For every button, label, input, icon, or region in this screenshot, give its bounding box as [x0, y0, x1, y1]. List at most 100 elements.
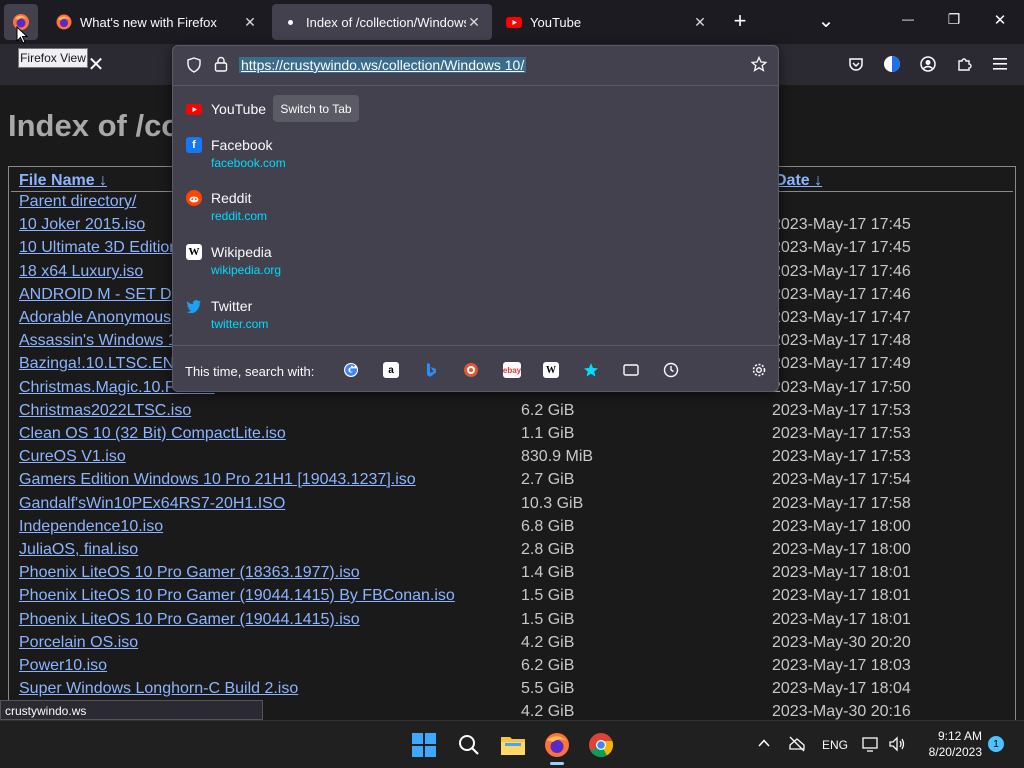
file-link[interactable]: Gamers Edition Windows 10 Pro 21H1 [1904… [19, 471, 416, 489]
file-explorer-icon [501, 737, 525, 755]
tab-index-of-collection[interactable]: Index of /collection/Windows 1 ✕ [272, 4, 492, 40]
table-row: Christmas2022LTSC.iso 6.2 GiB 2023-May-17 … [9, 402, 1015, 425]
bookmarks-icon[interactable] [583, 362, 599, 378]
file-date: 2023-May-17 17:53 [772, 448, 911, 465]
table-row: Phoenix LiteOS 10 Pro Gamer (18363.1977)… [9, 564, 1015, 587]
file-size: 4.2 GiB [521, 634, 575, 651]
table-row: Gamers Edition Windows 10 Pro 21H1 [1904… [9, 471, 1015, 494]
gear-icon[interactable] [751, 362, 767, 378]
suggestion-reddit[interactable]: Reddit reddit.com [173, 190, 778, 240]
file-link[interactable]: Adorable Anonymous [19, 309, 171, 327]
puzzle-icon [958, 58, 972, 71]
notification-badge[interactable]: 1 [988, 736, 1004, 752]
ebay-icon[interactable]: ebay [503, 362, 521, 378]
duckduckgo-icon[interactable] [463, 362, 479, 378]
file-date: 2023-May-17 17:46 [772, 263, 911, 280]
file-size: 2.8 GiB [521, 541, 575, 558]
file-link[interactable]: Gandalf'sWin10PEx64RS7-20H1.ISO [19, 495, 285, 513]
pocket-icon [849, 58, 863, 71]
file-link[interactable]: Phoenix LiteOS 10 Pro Gamer (19044.1415)… [19, 611, 360, 629]
file-link[interactable]: Phoenix LiteOS 10 Pro Gamer (19044.1415)… [19, 587, 455, 605]
column-header-date[interactable]: Date ↓ [775, 172, 822, 190]
account-icon [920, 56, 936, 72]
clock[interactable]: 9:12 AM 8/20/2023 [916, 729, 982, 759]
file-link[interactable]: Power10.iso [19, 657, 107, 675]
maximize-button[interactable]: ❐ [942, 11, 966, 31]
speaker-icon [889, 736, 905, 752]
windows-taskbar: ENG 9:12 AM 8/20/2023 1 [0, 720, 1024, 768]
lock-icon[interactable] [214, 56, 228, 72]
taskbar-firefox[interactable] [543, 731, 571, 759]
facebook-icon: f [186, 137, 202, 153]
file-link[interactable]: Clean OS 10 (32 Bit) CompactLite.iso [19, 425, 286, 443]
search-icon [459, 735, 479, 755]
file-date: 2023-May-17 17:45 [772, 216, 911, 233]
tab-strip: What's new with Firefox ✕ Index of /coll… [0, 0, 1024, 44]
table-row: Independence10.iso 6.8 GiB 2023-May-17 18:… [9, 518, 1015, 541]
stop-button[interactable]: ✕ [85, 53, 107, 76]
clock-time: 9:12 AM [937, 729, 982, 743]
file-link[interactable]: Independence10.iso [19, 518, 163, 536]
amazon-icon[interactable]: a [383, 362, 399, 378]
file-link[interactable]: ANDROID M - SET D [19, 286, 172, 304]
network-button[interactable] [788, 735, 806, 753]
tabs-icon[interactable] [623, 362, 639, 378]
file-link[interactable]: Super Windows Longhorn-C Build 2.iso [19, 680, 298, 698]
tab-close-button[interactable]: ✕ [466, 14, 482, 31]
file-link[interactable]: 10 Ultimate 3D Edition [19, 239, 178, 257]
tab-youtube[interactable]: YouTube ✕ [496, 4, 718, 40]
dark-reader-button[interactable] [881, 53, 903, 75]
column-header-file-name[interactable]: File Name ↓ [19, 172, 107, 190]
pocket-button[interactable] [845, 53, 867, 75]
minimize-button[interactable]: — [896, 12, 920, 32]
quick-settings-button[interactable] [862, 735, 908, 753]
account-button[interactable] [917, 53, 939, 75]
extensions-button[interactable] [953, 53, 975, 75]
taskbar-chrome[interactable] [587, 731, 615, 759]
file-size: 6.2 GiB [521, 402, 575, 419]
file-link[interactable]: Porcelain OS.iso [19, 634, 138, 652]
show-hidden-icons-button[interactable] [756, 735, 772, 751]
file-size: 1.5 GiB [521, 587, 575, 604]
tab-title: Index of /collection/Windows 1 [306, 14, 466, 30]
table-row: JuliaOS, final.iso 2.8 GiB 2023-May-17 18:… [9, 541, 1015, 564]
url-input[interactable]: https://crustywindo.ws/collection/Window… [239, 57, 527, 73]
app-menu-button[interactable] [989, 53, 1011, 75]
clock-date: 8/20/2023 [928, 745, 982, 759]
file-link[interactable]: Bazinga!.10.LTSC.EN [19, 355, 174, 373]
new-tab-button[interactable]: + [728, 10, 752, 34]
parent-directory-link[interactable]: Parent directory/ [19, 193, 136, 211]
window-close-button[interactable]: ✕ [988, 11, 1012, 31]
file-size: 6.2 GiB [521, 657, 575, 674]
file-date: 2023-May-17 17:53 [772, 425, 911, 442]
file-link[interactable]: 10 Joker 2015.iso [19, 216, 145, 234]
file-size: 10.3 GiB [521, 495, 584, 512]
suggestion-facebook[interactable]: f Facebook facebook.com [173, 137, 778, 187]
language-indicator[interactable]: ENG [822, 738, 848, 752]
file-date: 2023-May-17 17:50 [772, 379, 911, 396]
file-date: 2023-May-17 18:01 [772, 611, 911, 628]
history-icon[interactable] [663, 362, 679, 378]
file-link[interactable]: JuliaOS, final.iso [19, 541, 138, 559]
wikipedia-icon[interactable]: W [543, 362, 559, 378]
file-link[interactable]: Christmas2022LTSC.iso [19, 402, 191, 420]
taskbar-file-explorer[interactable] [499, 731, 527, 759]
bing-icon[interactable] [423, 362, 439, 378]
google-icon[interactable] [343, 362, 359, 378]
switch-to-tab-button[interactable]: Switch to Tab [273, 95, 359, 122]
file-link[interactable]: 18 x64 Luxury.iso [19, 263, 143, 281]
tab-close-button[interactable]: ✕ [692, 14, 708, 31]
file-link[interactable]: Phoenix LiteOS 10 Pro Gamer (18363.1977)… [19, 564, 360, 582]
windows-start-button[interactable] [410, 731, 438, 759]
suggestion-wikipedia[interactable]: W Wikipedia wikipedia.org [173, 244, 778, 294]
list-all-tabs-button[interactable]: ⌄ [814, 8, 838, 32]
tracking-protection-shield-icon[interactable] [186, 57, 202, 73]
urlbar: https://crustywindo.ws/collection/Window… [173, 46, 778, 86]
tab-whats-new[interactable]: What's new with Firefox ✕ [46, 4, 268, 40]
suggestion-twitter[interactable]: Twitter twitter.com [173, 298, 778, 348]
file-link[interactable]: Assassin's Windows 1 [19, 332, 177, 350]
taskbar-search-button[interactable] [455, 731, 483, 759]
file-link[interactable]: CureOS V1.iso [19, 448, 126, 466]
bookmark-star-icon[interactable] [751, 56, 767, 72]
tab-close-button[interactable]: ✕ [242, 14, 258, 31]
